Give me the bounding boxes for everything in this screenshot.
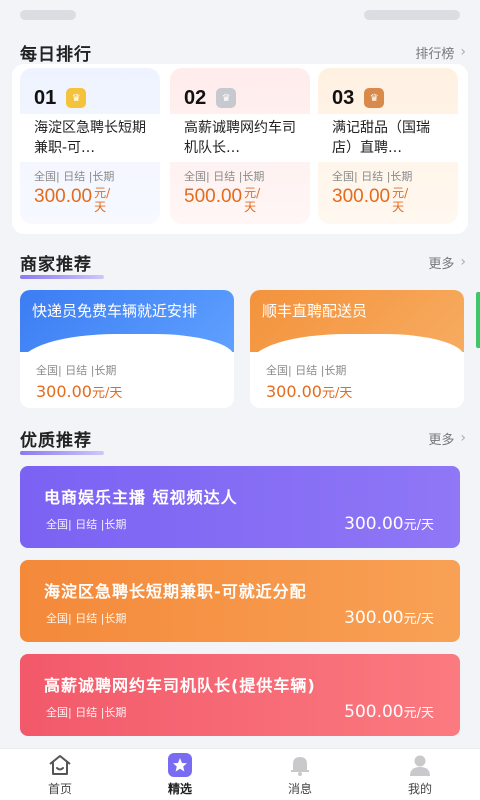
quality-job-title: 海淀区急聘长短期兼职-可就近分配: [44, 582, 307, 601]
status-signal-icon: [20, 10, 76, 20]
rank-job-salary: 500.00 元/天: [184, 186, 270, 214]
quality-job-salary: 500.00元/天: [344, 702, 434, 722]
quality-job-salary: 300.00元/天: [344, 514, 434, 534]
status-bar: [0, 0, 480, 32]
salary-amount: 300.00: [344, 514, 404, 534]
rank-job-salary: 300.00 元/天: [34, 186, 120, 214]
chevron-right-icon: ›: [460, 430, 466, 446]
chevron-right-icon: ›: [460, 254, 466, 270]
quality-job-banner[interactable]: 海淀区急聘长短期兼职-可就近分配 全国| 日结 |长期 300.00元/天: [20, 560, 460, 642]
star-icon: [167, 752, 193, 778]
nav-label: 精选: [167, 782, 192, 796]
salary-amount: 300.00: [332, 186, 391, 207]
salary-unit: 元/天: [403, 612, 434, 627]
rank-job-tags: 全国| 日结 |长期: [34, 170, 115, 183]
rank-number: 03: [332, 86, 355, 109]
more-link-label: 更多: [428, 432, 455, 448]
quality-job-title: 高薪诚聘网约车司机队长(提供车辆): [44, 676, 316, 695]
more-link-label: 更多: [428, 256, 455, 272]
nav-item-home[interactable]: 首页: [0, 749, 120, 800]
bell-icon: [287, 752, 313, 778]
section-title-quality: 优质推荐: [20, 426, 104, 455]
nav-label: 我的: [407, 782, 432, 796]
salary-unit: 元/天: [403, 706, 434, 721]
daily-rank-panel: 01 ♛ 海淀区急聘长短期兼职-可… 全国| 日结 |长期 300.00 元/天…: [12, 64, 468, 234]
rank-job-title: 高薪诚聘网约车司机队长…: [184, 120, 296, 156]
salary-amount: 500.00: [184, 186, 243, 207]
rank-list-link[interactable]: 排行榜 ›: [415, 43, 466, 62]
quality-more-link[interactable]: 更多 ›: [428, 429, 466, 448]
salary-amount: 300.00: [266, 382, 322, 401]
quality-job-banner[interactable]: 电商娱乐主播 短视频达人 全国| 日结 |长期 300.00元/天: [20, 466, 460, 548]
salary-unit: 元/天: [403, 518, 434, 533]
salary-unit: 元/天: [91, 386, 123, 401]
nav-label: 首页: [47, 782, 72, 796]
salary-amount: 300.00: [34, 186, 93, 207]
rank-job-tags: 全国| 日结 |长期: [332, 170, 413, 183]
bronze-medal-icon: ♛: [364, 88, 385, 108]
merchant-job-tags: 全国| 日结 |长期: [266, 364, 347, 377]
side-scroll-indicator: [476, 292, 480, 348]
rank-job-salary: 300.00 元/天: [332, 186, 418, 214]
quality-job-title: 电商娱乐主播 短视频达人: [44, 488, 238, 507]
rank-card[interactable]: 01 ♛ 海淀区急聘长短期兼职-可… 全国| 日结 |长期 300.00 元/天: [20, 68, 160, 224]
quality-header: 优质推荐 更多 ›: [20, 423, 466, 455]
salary-unit: 元/天: [94, 186, 111, 214]
section-title-daily-rank: 每日排行: [20, 40, 104, 69]
silver-medal-icon: ♛: [216, 88, 237, 108]
quality-job-tags: 全国| 日结 |长期: [46, 612, 127, 625]
salary-amount: 500.00: [344, 702, 404, 722]
rank-card[interactable]: 02 ♛ 高薪诚聘网约车司机队长… 全国| 日结 |长期 500.00 元/天: [170, 68, 310, 224]
user-icon: [407, 752, 433, 778]
salary-amount: 300.00: [344, 608, 404, 628]
rank-job-tags: 全国| 日结 |长期: [184, 170, 265, 183]
merchant-card[interactable]: 顺丰直聘配送员 全国| 日结 |长期 300.00元/天: [250, 290, 464, 408]
quality-job-salary: 300.00元/天: [344, 608, 434, 628]
home-icon: [47, 752, 73, 778]
nav-item-profile[interactable]: 我的: [360, 749, 480, 800]
status-battery-icon: [364, 10, 460, 20]
gold-medal-icon: ♛: [66, 88, 87, 108]
merchant-card[interactable]: 快递员免费车辆就近安排 全国| 日结 |长期 300.00元/天: [20, 290, 234, 408]
merchant-job-salary: 300.00元/天: [36, 382, 122, 401]
section-title-merchant: 商家推荐: [20, 250, 104, 279]
quality-job-tags: 全国| 日结 |长期: [46, 518, 127, 531]
merchant-job-salary: 300.00元/天: [266, 382, 352, 401]
nav-label: 消息: [287, 782, 312, 796]
rank-job-title: 满记甜品（国瑞店）直聘…: [332, 120, 430, 156]
salary-unit: 元/天: [244, 186, 261, 214]
salary-unit: 元/天: [321, 386, 353, 401]
chevron-right-icon: ›: [460, 44, 466, 60]
quality-job-tags: 全国| 日结 |长期: [46, 706, 127, 719]
daily-rank-header: 每日排行 排行榜 ›: [20, 37, 466, 69]
rank-list-link-label: 排行榜: [415, 46, 455, 62]
merchant-job-tags: 全国| 日结 |长期: [36, 364, 117, 377]
salary-unit: 元/天: [392, 186, 409, 214]
merchant-more-link[interactable]: 更多 ›: [428, 253, 466, 272]
rank-card[interactable]: 03 ♛ 满记甜品（国瑞店）直聘… 全国| 日结 |长期 300.00 元/天: [318, 68, 458, 224]
nav-item-featured[interactable]: 精选: [120, 749, 240, 800]
rank-number: 01: [34, 86, 57, 109]
nav-item-messages[interactable]: 消息: [240, 749, 360, 800]
merchant-header: 商家推荐 更多 ›: [20, 247, 466, 279]
rank-job-title: 海淀区急聘长短期兼职-可…: [34, 120, 146, 156]
quality-job-banner[interactable]: 高薪诚聘网约车司机队长(提供车辆) 全国| 日结 |长期 500.00元/天: [20, 654, 460, 736]
bottom-nav: 首页 精选 消息 我的: [0, 748, 480, 800]
salary-amount: 300.00: [36, 382, 92, 401]
rank-number: 02: [184, 86, 207, 109]
